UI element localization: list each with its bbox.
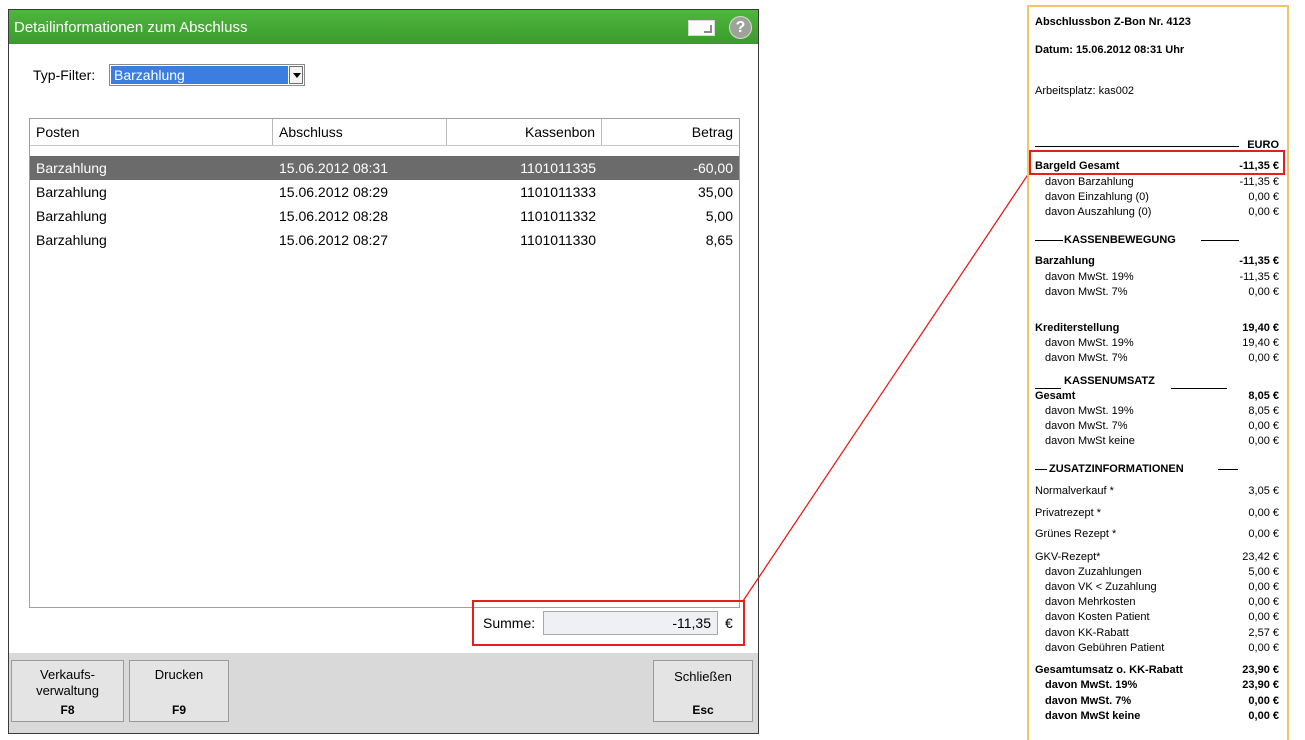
receipt-line-label: davon Mehrkosten [1045,596,1136,608]
divider [1171,388,1227,389]
receipt-line-value: 0,00 € [1248,206,1279,218]
receipt-normalverkauf-label: Normalverkauf * [1035,485,1114,497]
receipt-line-label: davon MwSt. 19% [1045,679,1138,691]
receipt-gesamtumsatz-value: 23,90 € [1242,664,1279,676]
receipt-line-value: 0,00 € [1248,581,1279,593]
receipt-line-value: 0,00 € [1248,420,1279,432]
z-bon-receipt: Abschlussbon Z-Bon Nr. 4123 Datum: 15.06… [1027,5,1289,740]
receipt-gruenes-label: Grünes Rezept * [1035,528,1117,540]
receipt-line-value: 0,00 € [1248,611,1279,623]
receipt-line-value: -11,35 € [1239,176,1279,188]
receipt-line-label: davon MwSt. 7% [1045,695,1132,707]
divider [1035,146,1239,147]
divider [1201,240,1239,241]
receipt-gesamt-label: Gesamt [1035,390,1076,402]
receipt-normalverkauf-value: 3,05 € [1248,485,1279,497]
receipt-line-value: 23,90 € [1242,679,1279,691]
receipt-line-value: 0,00 € [1248,710,1279,722]
receipt-line-label: davon Zuzahlungen [1045,566,1142,578]
receipt-line-value: 0,00 € [1248,191,1279,203]
receipt-line-value: 0,00 € [1248,286,1279,298]
receipt-gkv-value: 23,42 € [1242,551,1279,563]
receipt-kredit-label: Krediterstellung [1035,322,1120,334]
receipt-kassenbewegung-heading: KASSENBEWEGUNG [1064,234,1176,246]
receipt-line-value: 5,00 € [1248,566,1279,578]
receipt-line-value: 0,00 € [1248,695,1279,707]
receipt-line-label: davon MwSt. 19% [1045,337,1134,349]
divider [1035,240,1063,241]
receipt-kredit-value: 19,40 € [1242,322,1279,334]
receipt-line-label: davon MwSt. 7% [1045,352,1128,364]
receipt-line-value: 2,57 € [1248,627,1279,639]
receipt-line-value: 0,00 € [1248,642,1279,654]
receipt-line-value: 19,40 € [1242,337,1279,349]
receipt-gesamtumsatz-label: Gesamtumsatz o. KK-Rabatt [1035,664,1183,676]
receipt-line-label: davon MwSt keine [1045,710,1141,722]
divider [1035,388,1061,389]
receipt-workstation: Arbeitsplatz: kas002 [1035,85,1135,97]
receipt-barzahlung-value: -11,35 € [1239,255,1279,267]
receipt-line-value: 8,05 € [1248,405,1279,417]
receipt-zusatz-heading: ZUSATZINFORMATIONEN [1049,463,1184,475]
receipt-line-label: davon KK-Rabatt [1045,627,1129,639]
receipt-line-label: davon MwSt keine [1045,435,1135,447]
receipt-line-label: davon MwSt. 7% [1045,420,1128,432]
divider [1218,469,1238,470]
receipt-kassenumsatz-heading: KASSENUMSATZ [1064,375,1155,387]
receipt-line-label: davon Gebühren Patient [1045,642,1165,654]
receipt-line-label: davon Barzahlung [1045,176,1134,188]
receipt-gruenes-value: 0,00 € [1248,528,1279,540]
receipt-barzahlung-label: Barzahlung [1035,255,1095,267]
receipt-line-label: davon MwSt. 19% [1045,405,1134,417]
divider [1035,469,1047,470]
receipt-line-label: davon Einzahlung (0) [1045,191,1149,203]
receipt-line-label: davon MwSt. 19% [1045,271,1134,283]
receipt-privatrezept-label: Privatrezept * [1035,507,1102,519]
receipt-title: Abschlussbon Z-Bon Nr. 4123 [1035,16,1191,28]
receipt-line-label: davon MwSt. 7% [1045,286,1128,298]
receipt-gesamt-value: 8,05 € [1248,390,1279,402]
receipt-line-label: davon Auszahlung (0) [1045,206,1152,218]
receipt-line-value: -11,35 € [1239,271,1279,283]
receipt-line-label: davon Kosten Patient [1045,611,1150,623]
receipt-line-value: 0,00 € [1248,435,1279,447]
receipt-line-label: davon VK < Zuzahlung [1045,581,1157,593]
receipt-date: Datum: 15.06.2012 08:31 Uhr [1035,44,1185,56]
bargeld-highlight-box [1029,150,1285,175]
receipt-privatrezept-value: 0,00 € [1248,507,1279,519]
receipt-gkv-label: GKV-Rezept* [1035,551,1101,563]
receipt-line-value: 0,00 € [1248,596,1279,608]
receipt-line-value: 0,00 € [1248,352,1279,364]
